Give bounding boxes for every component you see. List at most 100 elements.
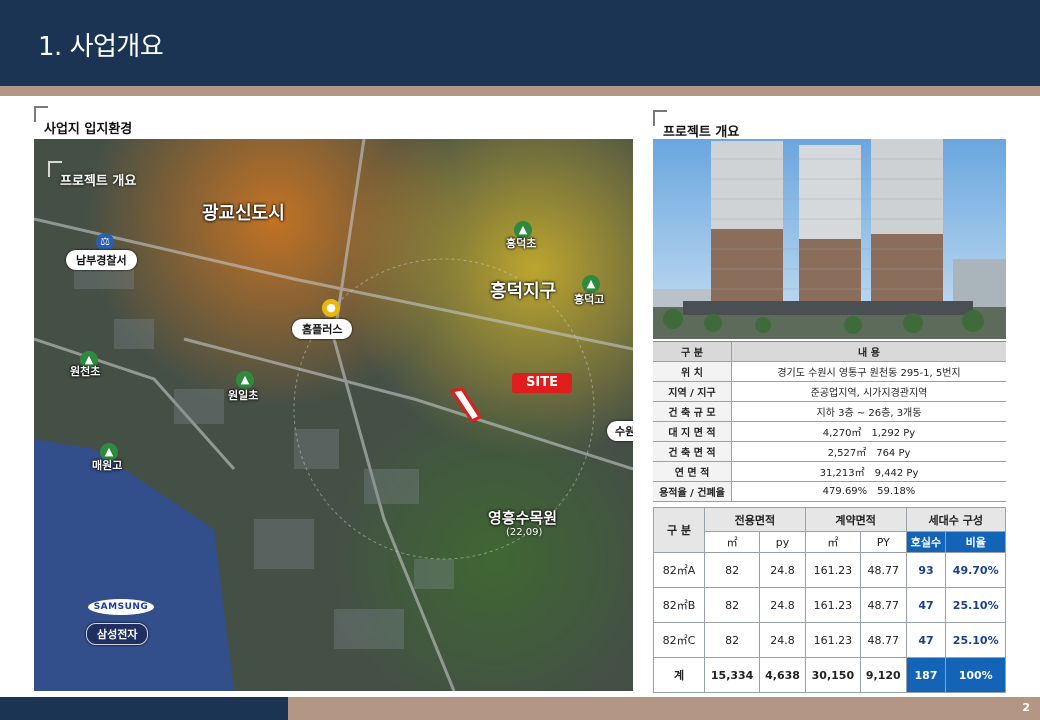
table-row: 건 축 면 적 2,527㎡ 764 Py xyxy=(653,441,1006,462)
poi-homeplus: 홈플러스 xyxy=(292,319,353,339)
cell-units: 47 xyxy=(905,622,947,658)
header-bar: 1. 사업개요 xyxy=(0,0,1040,86)
cell-units: 47 xyxy=(905,587,947,623)
cell: 4,638 xyxy=(759,657,806,693)
row-label: 위 치 xyxy=(653,361,732,382)
row-value-a: 479.69% xyxy=(822,486,868,497)
shopping-icon: ● xyxy=(322,299,340,317)
row-value-b: 764 Py xyxy=(876,448,911,459)
row-label: 연 면 적 xyxy=(653,461,732,482)
cell: 161.23 xyxy=(804,552,862,588)
unit-type: 82㎡A xyxy=(653,552,705,588)
table-row: 위 치 경기도 수원시 영통구 원천동 295-1, 5번지 xyxy=(653,361,1006,382)
page-number: 2 xyxy=(1022,701,1030,714)
cell: 48.77 xyxy=(860,552,907,588)
total-row: 계 15,334 4,638 30,150 9,120 187 100% xyxy=(653,657,1006,693)
unit-header-household: 세대수 구성 xyxy=(905,507,1007,532)
row-label: 용적율 / 건폐율 xyxy=(653,481,732,502)
cell: 48.77 xyxy=(860,622,907,658)
unit-table: 구 분 전용면적 계약면적 세대수 구성 ㎡ py ㎡ PY 호실수 비율 82… xyxy=(653,507,1007,693)
area-yeongheung-park: 영흥수목원 xyxy=(488,509,558,527)
cell-units: 93 xyxy=(905,552,947,588)
row-value: 479.69% 59.18% xyxy=(731,481,1006,502)
building-render-image xyxy=(653,139,1006,339)
row-label: 건 축 면 적 xyxy=(653,441,732,462)
unit-type: 82㎡B xyxy=(653,587,705,623)
cell: 9,120 xyxy=(860,657,907,693)
row-value-a: 2,527㎡ xyxy=(827,448,867,459)
cell: 24.8 xyxy=(759,552,806,588)
table-row: 82㎡C 82 24.8 161.23 48.77 47 25.10% xyxy=(653,622,1006,658)
row-value: 4,270㎡ 1,292 Py xyxy=(731,421,1006,442)
cell-units: 187 xyxy=(905,657,947,693)
cell: 82 xyxy=(703,587,761,623)
cell: 82 xyxy=(703,622,761,658)
table-row: 용적율 / 건폐율 479.69% 59.18% xyxy=(653,481,1006,502)
cell: 24.8 xyxy=(759,622,806,658)
page-title: 1. 사업개요 xyxy=(38,32,164,62)
cell: 161.23 xyxy=(804,587,862,623)
area-gwanggyo: 광교신도시 xyxy=(202,203,285,224)
section-heading-location: 사업지 입지환경 xyxy=(44,122,133,137)
overview-header-label: 구 분 xyxy=(653,341,732,362)
total-label: 계 xyxy=(653,657,705,693)
unit-header-exclusive: 전용면적 xyxy=(704,507,806,532)
poi-suwon: 수원C xyxy=(607,421,633,441)
unit-header-category: 구 분 xyxy=(653,507,705,553)
cell: 24.8 xyxy=(759,587,806,623)
row-value: 31,213㎡ 9,442 Py xyxy=(731,461,1006,482)
table-row: 지역 / 지구 준공업지역, 시가지경관지역 xyxy=(653,381,1006,402)
poi-samsung: 삼성전자 xyxy=(86,623,149,645)
section-heading-project: 프로젝트 개요 xyxy=(663,125,740,140)
table-row: 건 축 규 모 지하 3층 ~ 26층, 3개동 xyxy=(653,401,1006,422)
subheader-cell: 비율 xyxy=(945,531,1006,553)
row-label: 대 지 면 적 xyxy=(653,421,732,442)
map-inner-title: 프로젝트 개요 xyxy=(60,174,137,189)
samsung-logo: SAMSUNG xyxy=(88,599,154,615)
poi-heungdeok-elem: 흥덕초 xyxy=(506,237,537,250)
row-label: 건 축 규 모 xyxy=(653,401,732,422)
overview-table: 구 분 내 용 위 치 경기도 수원시 영통구 원천동 295-1, 5번지 지… xyxy=(653,341,1006,502)
poi-police: 남부경찰서 xyxy=(66,250,137,270)
unit-subheader-row: ㎡ py ㎡ PY 호실수 비율 xyxy=(654,531,1006,553)
table-row: 연 면 적 31,213㎡ 9,442 Py xyxy=(653,461,1006,482)
footer-bar-left xyxy=(0,697,288,720)
row-value-a: 4,270㎡ xyxy=(822,428,862,439)
overview-header-value: 내 용 xyxy=(731,341,1006,362)
location-map: 프로젝트 개요 광교신도시 흥덕지구 영흥수목원 (22.09) ⚖ 남부경찰서… xyxy=(34,139,633,691)
subheader-cell: ㎡ xyxy=(703,531,761,553)
cell: 30,150 xyxy=(804,657,862,693)
subheader-cell: 호실수 xyxy=(905,531,947,553)
row-value-b: 59.18% xyxy=(877,486,916,497)
cell: 15,334 xyxy=(703,657,761,693)
table-row: 82㎡B 82 24.8 161.23 48.77 47 25.10% xyxy=(653,587,1006,623)
subheader-cell: ㎡ xyxy=(804,531,862,553)
footer-bar-right xyxy=(288,697,1040,720)
subheader-cell: py xyxy=(759,531,806,553)
header-accent-band xyxy=(0,86,1040,96)
police-icon: ⚖ xyxy=(96,233,114,251)
unit-header-row: 구 분 전용면적 계약면적 세대수 구성 xyxy=(653,507,1007,553)
overview-header-row: 구 분 내 용 xyxy=(653,341,1006,362)
subheader-cell: PY xyxy=(860,531,907,553)
area-heungdeok: 흥덕지구 xyxy=(490,281,557,302)
poi-woncheon-elem: 원천초 xyxy=(70,365,101,378)
unit-type: 82㎡C xyxy=(653,622,705,658)
row-value: 경기도 수원시 영통구 원천동 295-1, 5번지 xyxy=(731,361,1006,382)
site-badge: SITE xyxy=(512,373,572,393)
cell-ratio: 25.10% xyxy=(945,587,1006,623)
building-render xyxy=(653,139,1006,339)
table-row: 대 지 면 적 4,270㎡ 1,292 Py xyxy=(653,421,1006,442)
table-row: 82㎡A 82 24.8 161.23 48.77 93 49.70% xyxy=(653,552,1006,588)
row-value-a: 31,213㎡ xyxy=(819,468,865,479)
poi-maewon-high: 매원고 xyxy=(92,459,123,472)
cell-ratio: 49.70% xyxy=(945,552,1006,588)
poi-wonil-elem: 원일초 xyxy=(228,389,259,402)
row-value-b: 1,292 Py xyxy=(871,428,916,439)
row-label: 지역 / 지구 xyxy=(653,381,732,402)
row-value-b: 9,442 Py xyxy=(874,468,919,479)
row-value: 지하 3층 ~ 26층, 3개동 xyxy=(731,401,1006,422)
cell: 48.77 xyxy=(860,587,907,623)
cell: 82 xyxy=(703,552,761,588)
cell: 161.23 xyxy=(804,622,862,658)
